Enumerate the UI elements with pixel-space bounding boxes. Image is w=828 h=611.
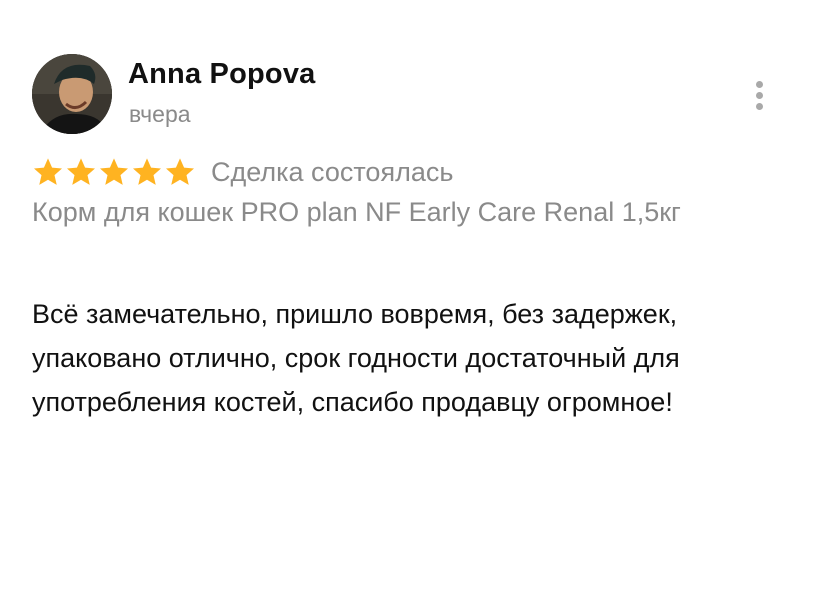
- author-name[interactable]: Anna Popova: [128, 58, 316, 91]
- avatar[interactable]: [32, 54, 112, 134]
- avatar-photo: [32, 54, 112, 134]
- star-rating: [32, 156, 197, 188]
- rating-row: Сделка состоялась: [32, 152, 453, 192]
- review-text: Всё замечательно, пришло вовремя, без за…: [32, 299, 680, 417]
- review-card: Anna Popova вчера Сделка состоялась Корм…: [0, 0, 828, 611]
- product-title[interactable]: Корм для кошек PRO plan NF Early Care Re…: [32, 197, 681, 228]
- deal-status: Сделка состоялась: [211, 156, 454, 187]
- more-options-button[interactable]: [744, 76, 776, 114]
- star-icon: [34, 158, 62, 185]
- star-icon: [100, 158, 128, 185]
- star-icon: [133, 158, 161, 185]
- star-icon: [166, 158, 194, 185]
- star-icon: [67, 158, 95, 185]
- review-date: вчера: [129, 101, 191, 127]
- more-vertical-icon: [756, 81, 763, 88]
